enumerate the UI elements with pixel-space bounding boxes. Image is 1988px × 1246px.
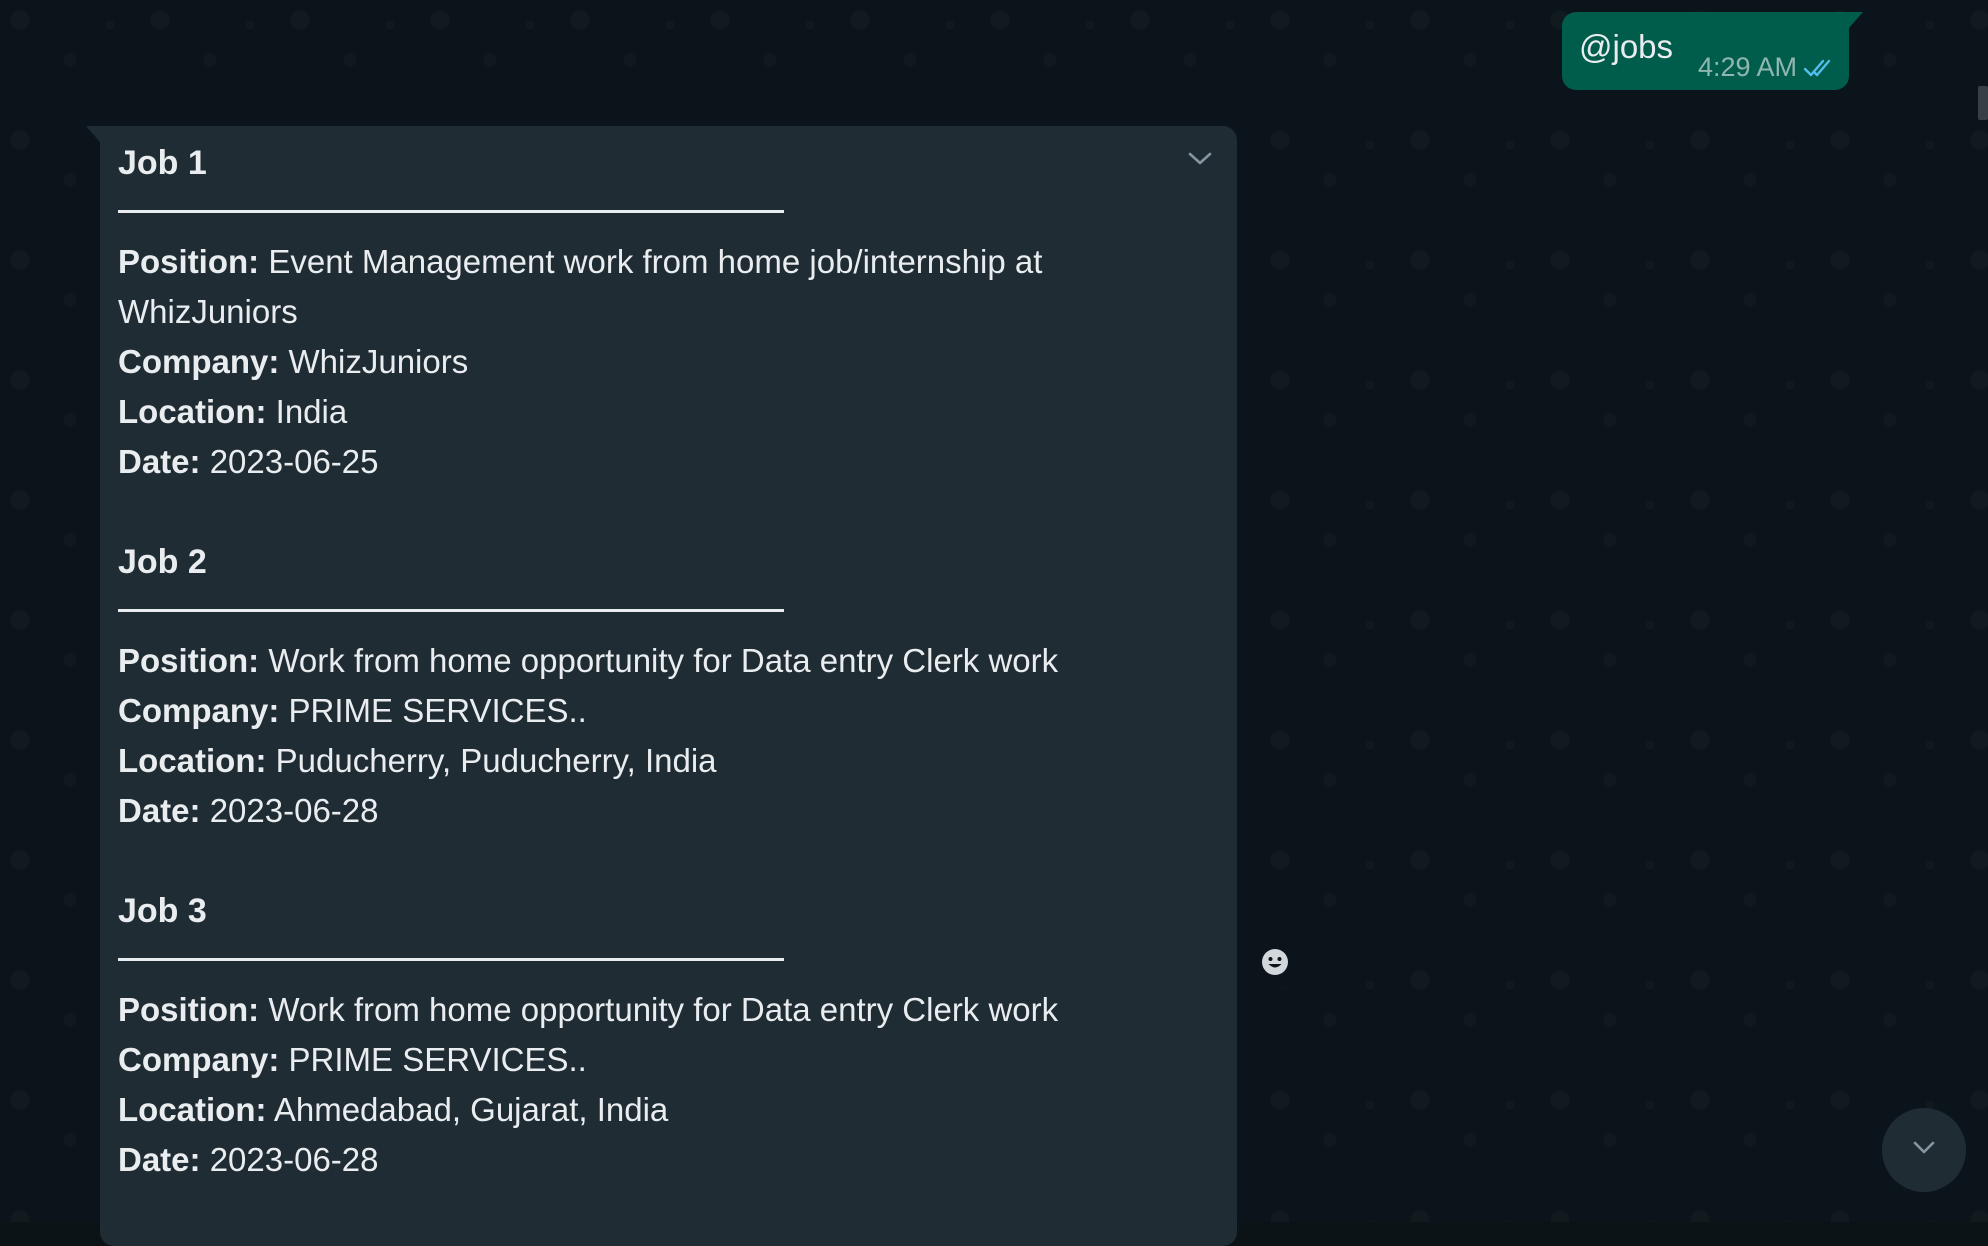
scroll-to-bottom-button[interactable] bbox=[1882, 1108, 1966, 1192]
job-location: Location: Ahmedabad, Gujarat, India bbox=[118, 1085, 1178, 1135]
job-company: Company: WhizJuniors bbox=[118, 337, 1178, 387]
job-company: Company: PRIME SERVICES.. bbox=[118, 1035, 1178, 1085]
divider bbox=[118, 609, 784, 612]
location-value: Ahmedabad, Gujarat, India bbox=[273, 1091, 669, 1128]
outgoing-message[interactable]: @jobs 4:29 AM bbox=[1562, 12, 1863, 90]
date-label: Date: bbox=[118, 1141, 201, 1178]
date-value: 2023-06-25 bbox=[209, 443, 379, 480]
outgoing-message-meta: 4:29 AM bbox=[1698, 52, 1835, 83]
outgoing-message-text: @jobs bbox=[1579, 28, 1674, 65]
job-entry: Job 2 Position: Work from home opportuni… bbox=[118, 537, 1178, 836]
job-date: Date: 2023-06-25 bbox=[118, 437, 1178, 487]
incoming-message[interactable]: Job 1 Position: Event Management work fr… bbox=[86, 126, 1237, 1246]
double-check-read-icon bbox=[1803, 57, 1835, 79]
job-position: Position: Work from home opportunity for… bbox=[118, 636, 1178, 686]
divider bbox=[118, 958, 784, 961]
job-position: Position: Event Management work from hom… bbox=[118, 237, 1178, 337]
company-value: WhizJuniors bbox=[288, 343, 469, 380]
job-location: Location: Puducherry, Puducherry, India bbox=[118, 736, 1178, 786]
job-date: Date: 2023-06-28 bbox=[118, 786, 1178, 836]
divider bbox=[118, 210, 784, 213]
chevron-down-icon bbox=[1187, 151, 1213, 172]
location-label: Location: bbox=[118, 1091, 267, 1128]
company-label: Company: bbox=[118, 692, 280, 729]
smiley-icon bbox=[1260, 947, 1290, 982]
date-value: 2023-06-28 bbox=[209, 1141, 379, 1178]
job-entry: Job 3 Position: Work from home opportuni… bbox=[118, 886, 1178, 1185]
job-position: Position: Work from home opportunity for… bbox=[118, 985, 1178, 1035]
job-date: Date: 2023-06-28 bbox=[118, 1135, 1178, 1185]
chevron-down-icon bbox=[1911, 1140, 1937, 1161]
job-location: Location: India bbox=[118, 387, 1178, 437]
location-value: Puducherry, Puducherry, India bbox=[275, 742, 717, 779]
job-company: Company: PRIME SERVICES.. bbox=[118, 686, 1178, 736]
message-time: 4:29 AM bbox=[1697, 52, 1797, 82]
location-label: Location: bbox=[118, 742, 267, 779]
company-value: PRIME SERVICES.. bbox=[288, 692, 587, 729]
message-menu-button[interactable] bbox=[1183, 144, 1217, 178]
position-label: Position: bbox=[118, 642, 260, 679]
company-label: Company: bbox=[118, 343, 280, 380]
job-title: Job 3 bbox=[118, 892, 207, 930]
position-label: Position: bbox=[118, 243, 260, 280]
date-label: Date: bbox=[118, 792, 201, 829]
position-value: Work from home opportunity for Data entr… bbox=[268, 642, 1059, 679]
date-label: Date: bbox=[118, 443, 201, 480]
job-title: Job 2 bbox=[118, 543, 207, 581]
position-value: Work from home opportunity for Data entr… bbox=[268, 991, 1059, 1028]
company-label: Company: bbox=[118, 1041, 280, 1078]
job-entry: Job 1 Position: Event Management work fr… bbox=[118, 138, 1178, 487]
position-label: Position: bbox=[118, 991, 260, 1028]
message-body: Job 1 Position: Event Management work fr… bbox=[118, 138, 1178, 1235]
job-title: Job 1 bbox=[118, 144, 207, 182]
date-value: 2023-06-28 bbox=[209, 792, 379, 829]
outgoing-message-tail bbox=[1849, 12, 1863, 28]
scrollbar[interactable] bbox=[1978, 86, 1988, 120]
location-label: Location: bbox=[118, 393, 267, 430]
company-value: PRIME SERVICES.. bbox=[288, 1041, 587, 1078]
location-value: India bbox=[275, 393, 348, 430]
react-button[interactable] bbox=[1250, 939, 1300, 989]
incoming-message-tail bbox=[86, 126, 100, 142]
